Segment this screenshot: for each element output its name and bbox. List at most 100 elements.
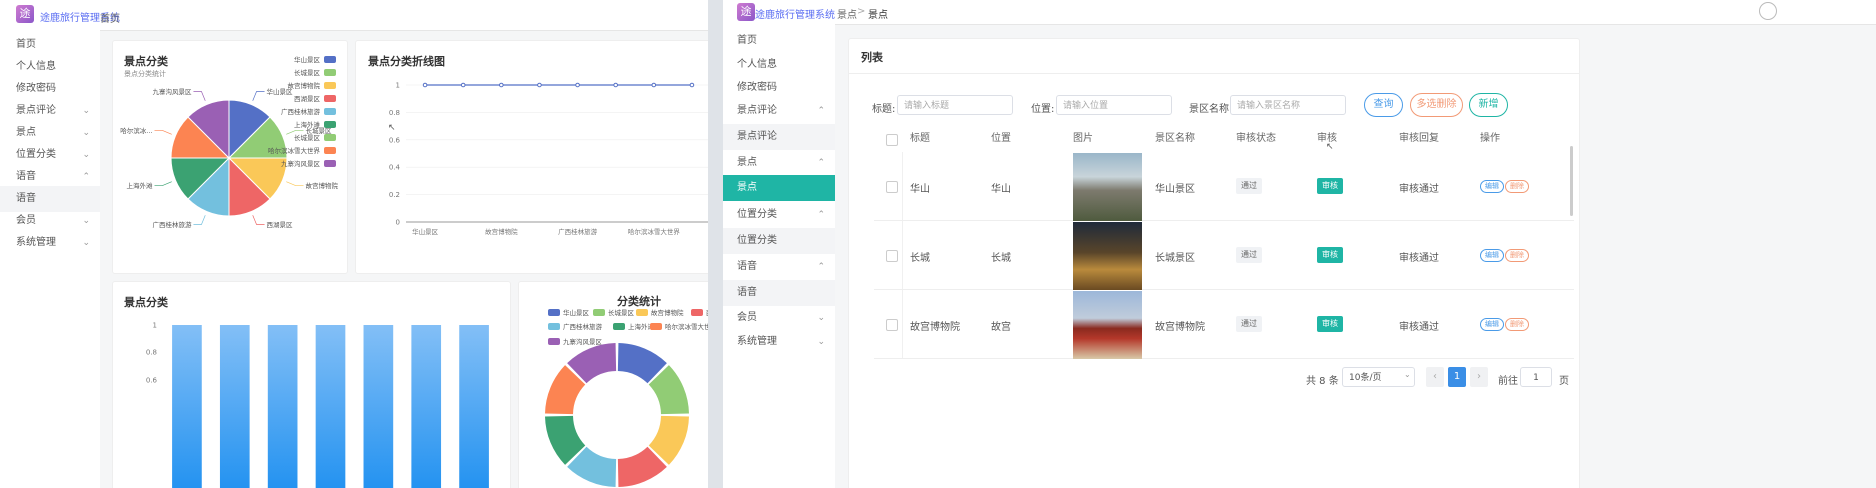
- title-filter-input[interactable]: 请输入标题: [897, 95, 1013, 115]
- bar[interactable]: [219, 325, 250, 488]
- chevron-down-icon: ⌄: [1404, 370, 1411, 379]
- edit-button[interactable]: 编辑: [1480, 318, 1504, 331]
- audit-button[interactable]: 审核: [1317, 316, 1343, 332]
- data-point[interactable]: [689, 82, 695, 88]
- close-icon[interactable]: [1759, 2, 1777, 20]
- legend-swatch[interactable]: [548, 338, 560, 345]
- table-row[interactable]: 故宫博物院 故宫 故宫博物院 通过 审核 审核通过 编辑 删除: [874, 290, 1574, 359]
- row-checkbox[interactable]: [886, 250, 898, 262]
- sidebar-item-10[interactable]: 语音: [723, 280, 835, 306]
- sidebar-item-3[interactable]: 景点评论 ⌃: [723, 98, 835, 124]
- bar[interactable]: [315, 325, 346, 488]
- row-checkbox[interactable]: [886, 181, 898, 193]
- sidebar-item-7[interactable]: 位置分类 ⌃: [723, 202, 835, 228]
- prev-page-button[interactable]: ‹: [1426, 367, 1444, 387]
- table-row[interactable]: 华山 华山 华山景区 通过 审核 审核通过 编辑 删除: [874, 152, 1574, 221]
- legend-swatch[interactable]: [324, 56, 336, 63]
- legend-label: 上海外滩: [294, 120, 321, 129]
- legend-swatch[interactable]: [324, 108, 336, 115]
- page-number-1[interactable]: 1: [1448, 367, 1466, 387]
- data-point[interactable]: [422, 82, 428, 88]
- select-all-checkbox[interactable]: [886, 134, 898, 146]
- table-scrollbar[interactable]: [1570, 146, 1573, 216]
- bar[interactable]: [172, 325, 202, 488]
- sidebar-item-8[interactable]: 位置分类: [723, 228, 835, 254]
- header-reply: 审核回复: [1399, 133, 1439, 144]
- y-tick-label: 0.8: [389, 109, 400, 117]
- pie-slice-label: 九寨沟风景区: [152, 87, 192, 96]
- data-point[interactable]: [613, 82, 618, 88]
- status-badge: 通过: [1236, 316, 1262, 332]
- delete-button[interactable]: 删除: [1505, 180, 1529, 193]
- legend-swatch[interactable]: [324, 160, 336, 167]
- goto-page-input[interactable]: 1: [1520, 367, 1552, 387]
- bar[interactable]: [459, 325, 489, 488]
- legend-swatch[interactable]: [548, 309, 560, 316]
- next-page-button[interactable]: ›: [1470, 367, 1488, 387]
- y-tick-label: 0.4: [389, 164, 401, 172]
- status-badge: 通过: [1236, 247, 1262, 263]
- title-divider: [849, 73, 1579, 74]
- sidebar-item-6[interactable]: 景点: [723, 175, 835, 201]
- sidebar-item-label: 会员: [16, 215, 36, 226]
- data-point[interactable]: [499, 82, 504, 88]
- sidebar-item-label: 会员: [737, 312, 757, 323]
- edit-button[interactable]: 编辑: [1480, 249, 1504, 262]
- bar[interactable]: [267, 325, 298, 488]
- title-filter-label: 标题:: [872, 104, 896, 115]
- header-status: 审核状态: [1236, 133, 1276, 144]
- sidebar-item-5[interactable]: 景点 ⌃: [723, 150, 835, 176]
- sidebar-item-11[interactable]: 会员 ⌄: [723, 305, 835, 331]
- legend-swatch[interactable]: [324, 147, 336, 154]
- breadcrumb[interactable]: 首页: [100, 10, 120, 25]
- sidebar-item-4[interactable]: 景点评论: [723, 124, 835, 150]
- batch-delete-button[interactable]: 多选删除: [1410, 93, 1463, 117]
- pie-label-line: [286, 181, 304, 186]
- sidebar-item-9[interactable]: 系统管理 ⌄: [0, 230, 100, 256]
- donut-chart: 华山景区 长城景区 故宫博物院 西广西桂林旅游 上海外滩 哈尔滨冰雪大世界九寨沟风景区: [545, 308, 708, 487]
- line-chart: 1 0.8 0.6 0.4 0.2 0 华山景区 故宫博物院 广西桂林旅游 哈尔滨冰雪大世界: [389, 82, 708, 236]
- data-point[interactable]: [575, 82, 580, 88]
- scenic-filter-input[interactable]: 请输入景区名称: [1230, 95, 1346, 115]
- header-title: 标题: [910, 133, 930, 144]
- sidebar-item-9[interactable]: 语音 ⌃: [723, 254, 835, 280]
- legend-swatch[interactable]: [324, 121, 336, 128]
- query-button[interactable]: 查询: [1364, 93, 1403, 117]
- add-button[interactable]: 新增: [1469, 93, 1508, 117]
- delete-button[interactable]: 删除: [1505, 318, 1529, 331]
- location-filter-input[interactable]: 请输入位置: [1056, 95, 1172, 115]
- chevron-icon: ⌄: [82, 238, 90, 248]
- sidebar-item-0[interactable]: 首页: [723, 28, 835, 54]
- legend-swatch[interactable]: [593, 309, 605, 316]
- legend-swatch[interactable]: [636, 309, 648, 316]
- y-tick-label: 0.6: [389, 136, 401, 144]
- data-point[interactable]: [537, 82, 542, 88]
- row-checkbox[interactable]: [886, 319, 898, 331]
- legend-swatch[interactable]: [324, 95, 336, 102]
- edit-button[interactable]: 编辑: [1480, 180, 1504, 193]
- legend-swatch[interactable]: [324, 69, 336, 76]
- data-point[interactable]: [460, 82, 466, 88]
- legend-swatch[interactable]: [548, 323, 560, 330]
- legend-swatch[interactable]: [650, 323, 662, 330]
- data-point[interactable]: [651, 82, 657, 88]
- legend-swatch[interactable]: [324, 134, 336, 141]
- sidebar-item-label: 系统管理: [16, 237, 56, 248]
- legend-swatch[interactable]: [691, 309, 703, 316]
- breadcrumb-parent[interactable]: 景点: [837, 6, 857, 21]
- legend-swatch[interactable]: [613, 323, 625, 330]
- sidebar-item-label: 修改密码: [16, 83, 56, 94]
- sidebar-item-12[interactable]: 系统管理 ⌄: [723, 329, 835, 355]
- delete-button[interactable]: 删除: [1505, 249, 1529, 262]
- bar[interactable]: [363, 325, 394, 488]
- cell-title: 华山: [910, 184, 930, 195]
- pie-label-line: [193, 91, 206, 101]
- audit-button[interactable]: 审核: [1317, 178, 1343, 194]
- legend-swatch[interactable]: [324, 82, 336, 89]
- x-tick-label: 哈尔滨冰雪大世界: [628, 227, 681, 236]
- header-actions: 操作: [1480, 133, 1500, 144]
- bar[interactable]: [411, 325, 442, 488]
- table-row[interactable]: 长城 长城 长城景区 通过 审核 审核通过 编辑 删除: [874, 221, 1574, 290]
- audit-button[interactable]: 审核: [1317, 247, 1343, 263]
- cell-reply: 审核通过: [1399, 322, 1439, 333]
